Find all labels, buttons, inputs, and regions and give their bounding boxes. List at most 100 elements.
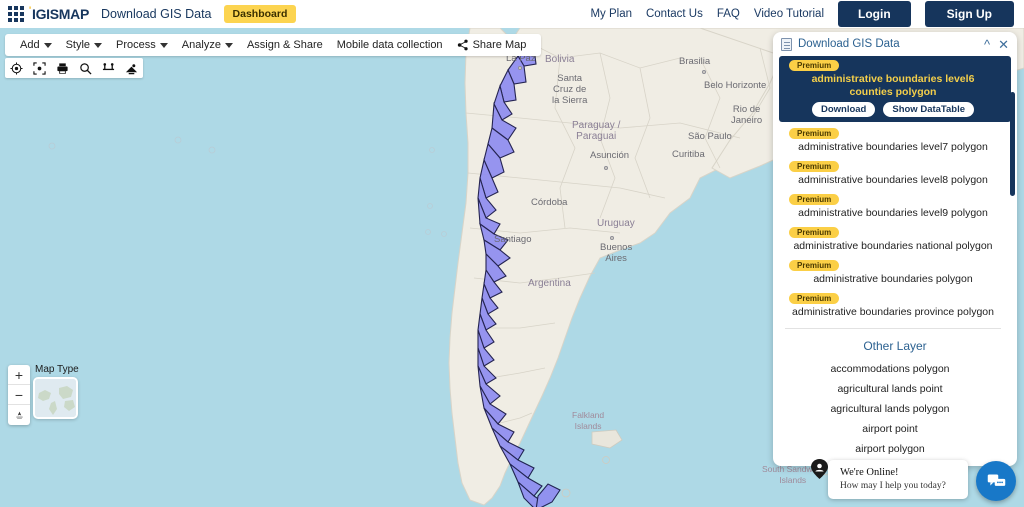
page-root: ' IGISMAP Download GIS Data Dashboard My … bbox=[0, 0, 1024, 507]
download-gis-data-panel: Download GIS Data ^ ✕ Premium administra… bbox=[773, 32, 1017, 466]
city-marker-brasilia bbox=[702, 70, 706, 74]
show-datatable-button[interactable]: Show DataTable bbox=[883, 102, 975, 117]
layer-name: administrative boundaries level7 polygon bbox=[798, 141, 988, 153]
compass-reset-button[interactable] bbox=[8, 405, 30, 425]
premium-badge: Premium bbox=[789, 259, 997, 272]
premium-badge: Premium bbox=[789, 292, 997, 305]
zoom-out-button[interactable]: − bbox=[8, 385, 30, 405]
city-marker-la-paz bbox=[518, 66, 522, 70]
menu-analyze-label: Analyze bbox=[181, 39, 221, 51]
download-button[interactable]: Download bbox=[811, 102, 876, 117]
menu-share-map[interactable]: Share Map bbox=[450, 39, 534, 51]
login-button[interactable]: Login bbox=[838, 1, 911, 27]
chat-line-1: We're Online! bbox=[840, 467, 899, 478]
premium-badge: Premium bbox=[789, 59, 997, 72]
menu-mobile-data-collection[interactable]: Mobile data collection bbox=[330, 39, 450, 51]
layer-name: administrative boundaries level8 polygon bbox=[798, 174, 988, 186]
menu-style-label: Style bbox=[65, 39, 91, 51]
nav-contact-us[interactable]: Contact Us bbox=[646, 8, 703, 20]
brand-logo[interactable]: ' IGISMAP bbox=[29, 5, 90, 22]
compass-icon bbox=[15, 411, 23, 419]
layer-name: administrative boundaries national polyg… bbox=[793, 240, 993, 252]
menu-analyze[interactable]: Analyze bbox=[175, 39, 240, 51]
city-marker-buenos-aires bbox=[610, 236, 614, 240]
menu-add-label: Add bbox=[20, 39, 40, 51]
print-icon[interactable] bbox=[56, 62, 69, 75]
agent-pin-icon bbox=[811, 459, 828, 479]
zoom-in-button[interactable]: + bbox=[8, 365, 30, 385]
menu-process-label: Process bbox=[116, 39, 156, 51]
layer-name: administrative boundaries polygon bbox=[813, 273, 973, 285]
premium-badge: Premium bbox=[789, 160, 997, 173]
premium-badge-label: Premium bbox=[789, 60, 840, 71]
nav-my-plan[interactable]: My Plan bbox=[590, 8, 632, 20]
layer-item-province[interactable]: Premium administrative boundaries provin… bbox=[779, 289, 1011, 322]
menu-process[interactable]: Process bbox=[109, 39, 175, 51]
menu-add[interactable]: Add bbox=[13, 39, 59, 51]
select-area-icon[interactable] bbox=[33, 61, 46, 75]
menu-style[interactable]: Style bbox=[59, 39, 109, 51]
nav-faq[interactable]: FAQ bbox=[717, 8, 740, 20]
other-layer-agricultural-lands-point[interactable]: agricultural lands point bbox=[779, 379, 1011, 399]
chevron-down-icon bbox=[224, 42, 233, 48]
premium-badge: Premium bbox=[789, 226, 997, 239]
world-thumbnail-icon bbox=[35, 379, 76, 417]
signup-button[interactable]: Sign Up bbox=[924, 1, 1014, 27]
document-icon bbox=[781, 37, 792, 51]
dashboard-badge[interactable]: Dashboard bbox=[223, 5, 297, 23]
layer-item-selected[interactable]: Premium administrative boundaries level6… bbox=[779, 56, 1011, 122]
selected-layer-actions: Download Show DataTable bbox=[789, 102, 997, 117]
map-type-control: Map Type bbox=[33, 364, 79, 419]
page-title: Download GIS Data bbox=[101, 7, 212, 21]
other-layer-heading: Other Layer bbox=[863, 339, 927, 353]
chevron-down-icon bbox=[94, 42, 103, 48]
chat-launcher-button[interactable] bbox=[976, 461, 1016, 501]
other-layer-airport-polygon[interactable]: airport polygon bbox=[779, 439, 1011, 459]
nav-video-tutorial[interactable]: Video Tutorial bbox=[754, 8, 824, 20]
panel-body[interactable]: Premium administrative boundaries level6… bbox=[773, 54, 1017, 466]
chat-icon bbox=[987, 474, 1005, 486]
premium-badge-label: Premium bbox=[789, 194, 840, 205]
chat-greeting-bubble[interactable]: We're Online! How may I help you today? bbox=[828, 460, 968, 499]
layer-name: administrative boundaries level9 polygon bbox=[798, 207, 988, 219]
premium-badge-label: Premium bbox=[789, 260, 840, 271]
layer-item-level9[interactable]: Premium administrative boundaries level9… bbox=[779, 190, 1011, 223]
premium-badge: Premium bbox=[789, 127, 997, 140]
layer-item-national[interactable]: Premium administrative boundaries nation… bbox=[779, 223, 1011, 256]
layer-item-level7[interactable]: Premium administrative boundaries level7… bbox=[779, 124, 1011, 157]
apps-grid-icon[interactable] bbox=[8, 6, 24, 22]
other-layer-agricultural-lands-polygon[interactable]: agricultural lands polygon bbox=[779, 399, 1011, 419]
menu-assign-share[interactable]: Assign & Share bbox=[240, 39, 330, 51]
search-icon[interactable] bbox=[79, 62, 92, 75]
top-header: ' IGISMAP Download GIS Data Dashboard My … bbox=[0, 0, 1024, 28]
panel-title: Download GIS Data bbox=[798, 38, 900, 50]
selected-layer-name: administrative boundaries level6 countie… bbox=[811, 73, 975, 98]
premium-badge-label: Premium bbox=[789, 161, 840, 172]
export-layer-icon[interactable] bbox=[125, 62, 138, 75]
top-navigation: My Plan Contact Us FAQ Video Tutorial Lo… bbox=[590, 1, 1024, 27]
premium-badge-label: Premium bbox=[789, 293, 840, 304]
city-marker-asuncion bbox=[604, 166, 608, 170]
zoom-controls: + − bbox=[8, 365, 30, 425]
panel-header: Download GIS Data ^ ✕ bbox=[773, 32, 1017, 54]
premium-badge: Premium bbox=[789, 193, 997, 206]
share-icon bbox=[457, 39, 468, 51]
chevron-down-icon bbox=[159, 42, 168, 48]
other-layer-airport-point[interactable]: airport point bbox=[779, 419, 1011, 439]
chevron-up-icon[interactable]: ^ bbox=[984, 38, 990, 51]
locate-target-icon[interactable] bbox=[10, 61, 23, 75]
panel-scrollbar-thumb[interactable] bbox=[1010, 92, 1015, 196]
other-layer-accommodations-polygon[interactable]: accommodations polygon bbox=[779, 359, 1011, 379]
map-type-label: Map Type bbox=[35, 364, 79, 375]
measure-icon[interactable] bbox=[102, 62, 115, 75]
chevron-down-icon bbox=[43, 42, 52, 48]
map-type-thumbnail[interactable] bbox=[33, 377, 78, 419]
menu-share-map-label: Share Map bbox=[472, 39, 527, 51]
brand-text: IGISMAP bbox=[32, 6, 90, 22]
chat-line-2: How may I help you today? bbox=[840, 481, 946, 491]
layer-item-level8[interactable]: Premium administrative boundaries level8… bbox=[779, 157, 1011, 190]
premium-badge-label: Premium bbox=[789, 227, 840, 238]
menu-mobile-data-label: Mobile data collection bbox=[336, 39, 443, 51]
layer-item-boundaries[interactable]: Premium administrative boundaries polygo… bbox=[779, 256, 1011, 289]
close-icon[interactable]: ✕ bbox=[998, 38, 1009, 51]
